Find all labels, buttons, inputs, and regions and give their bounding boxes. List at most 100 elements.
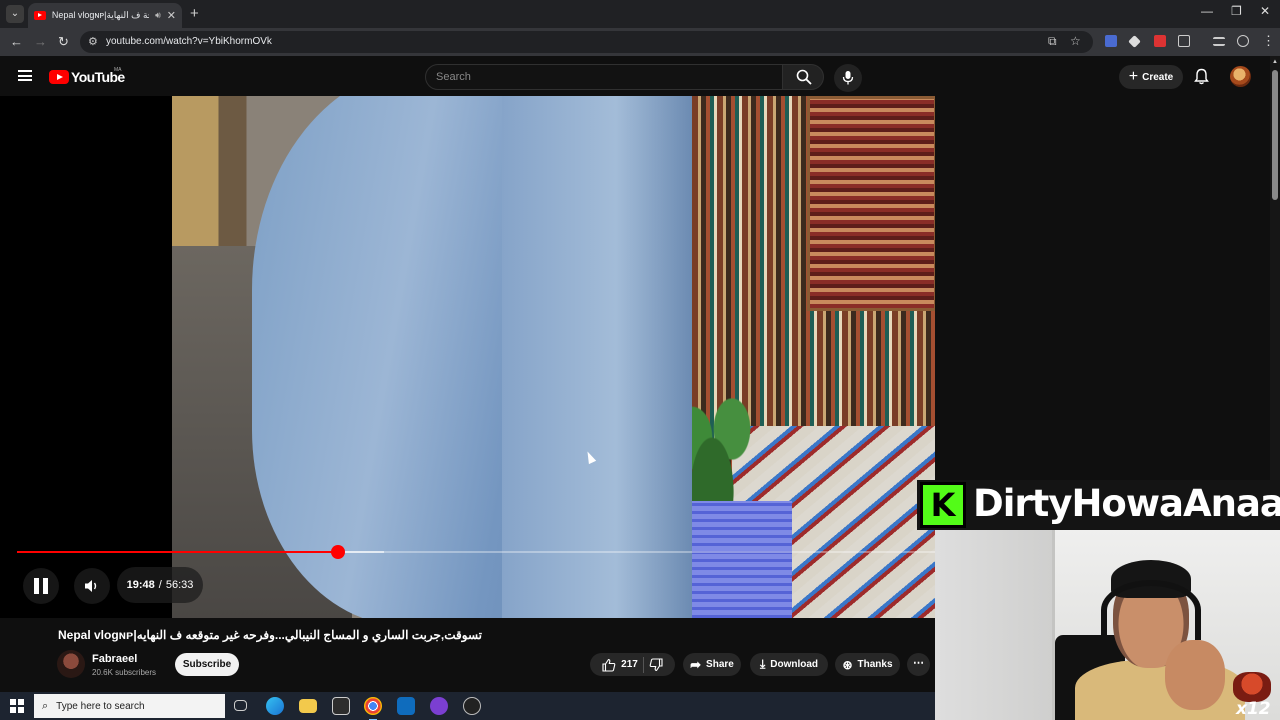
search-box[interactable] <box>425 64 783 90</box>
outlook-icon[interactable] <box>397 697 415 715</box>
media-controls-icon[interactable] <box>1213 37 1225 46</box>
windows-start-icon[interactable] <box>10 699 24 713</box>
new-tab-icon[interactable]: + <box>190 5 199 22</box>
scroll-up-icon[interactable]: ▲ <box>1272 59 1278 65</box>
hamburger-menu-icon[interactable] <box>18 70 32 81</box>
dislike-icon[interactable] <box>649 657 663 672</box>
task-view-icon[interactable] <box>234 700 247 711</box>
back-icon[interactable]: ← <box>10 34 23 49</box>
dragon-emote-icon <box>1233 672 1271 702</box>
minimize-icon[interactable]: — <box>1201 4 1213 18</box>
country-code: MA <box>114 67 122 73</box>
close-tab-icon[interactable]: ✕ <box>167 9 176 22</box>
like-dislike-group: 217 <box>590 653 675 676</box>
video-scene-wall-rack <box>807 96 935 311</box>
youtube-favicon-icon <box>34 11 46 20</box>
duration: 56:33 <box>165 579 194 591</box>
kick-logo-letter: K <box>923 485 963 525</box>
like-icon[interactable] <box>602 658 616 672</box>
thanks-icon: ⊛ <box>842 657 853 672</box>
url-text[interactable]: youtube.com/watch?v=YbiKhormOVk <box>106 36 272 47</box>
share-label: Share <box>706 659 734 670</box>
edge-browser-icon[interactable] <box>266 697 284 715</box>
like-divider <box>642 656 644 673</box>
channel-avatar[interactable] <box>57 650 85 678</box>
webcam-door <box>935 530 1055 720</box>
time-display: 19:48 / 56:33 <box>117 567 203 603</box>
more-actions-icon[interactable]: ⋯ <box>907 653 930 676</box>
thanks-label: Thanks <box>857 659 893 670</box>
webcam-overlay <box>935 530 1280 720</box>
youtube-logo-icon[interactable] <box>49 70 69 84</box>
audio-playing-icon[interactable]: 🔊︎ <box>155 10 161 21</box>
download-icon: ⤓ <box>759 657 766 671</box>
webcam-person-hand <box>1165 640 1225 710</box>
taskbar-search-icon: ⌕ <box>42 699 49 712</box>
account-avatar[interactable] <box>1230 66 1251 87</box>
video-player[interactable]: 19:48 / 56:33 <box>0 96 935 618</box>
streamer-name: DirtyHowaAnaa <box>973 482 1280 525</box>
reload-icon[interactable]: ↻ <box>58 34 69 50</box>
install-app-icon[interactable]: ⧉ <box>1048 34 1057 49</box>
microphone-icon <box>842 71 854 85</box>
pause-icon <box>34 578 48 594</box>
tab-title: Nepal vlogɴᴘ|نحة ف النهاية <box>51 10 149 20</box>
create-button[interactable]: + Create <box>1119 65 1183 89</box>
app-icon[interactable] <box>430 697 448 715</box>
maximize-icon[interactable]: ❐ <box>1231 4 1242 18</box>
microsoft-store-icon[interactable] <box>332 697 350 715</box>
kick-logo-icon: K <box>920 482 966 528</box>
voice-search-button[interactable] <box>834 64 862 92</box>
extension-icon[interactable] <box>1128 35 1141 48</box>
address-bar[interactable]: ⚙︎ youtube.com/watch?v=YbiKhormOVk ⧉ ☆ <box>80 31 1093 53</box>
windows-taskbar: ⌕ Type here to search <box>0 692 935 720</box>
video-title: Nepal vlogɴᴘ|تسوقت,جربت الساري و المساج … <box>58 628 482 642</box>
plus-icon: + <box>1128 68 1139 85</box>
browser-menu-icon[interactable]: ⋮ <box>1262 33 1275 49</box>
browser-tab-strip: ⌄ Nepal vlogɴᴘ|نحة ف النهاية 🔊︎ ✕ + — ❐ … <box>0 0 1280 28</box>
video-scene-person-arm <box>502 96 692 618</box>
search-input[interactable] <box>426 65 766 89</box>
scrollbar-thumb[interactable] <box>1272 70 1278 200</box>
download-button[interactable]: ⤓ Download <box>750 653 828 676</box>
progress-played <box>17 551 339 553</box>
mute-button[interactable] <box>74 568 110 604</box>
translate-extension-icon[interactable] <box>1105 35 1117 47</box>
screen: ⌄ Nepal vlogɴᴘ|نحة ف النهاية 🔊︎ ✕ + — ❐ … <box>0 0 1280 720</box>
chrome-icon[interactable] <box>364 697 382 720</box>
tab-search-icon[interactable]: ⌄ <box>6 5 24 23</box>
browser-toolbar: ← → ↻ ⚙︎ youtube.com/watch?v=YbiKhormOVk… <box>0 28 1280 56</box>
time-separator: / <box>158 579 162 591</box>
file-explorer-icon[interactable] <box>299 699 317 713</box>
youtube-header: YouTube MA + Create <box>0 56 1270 96</box>
volume-icon <box>85 580 97 592</box>
site-info-icon[interactable]: ⚙︎ <box>88 35 98 48</box>
taskbar-search-box[interactable]: ⌕ Type here to search <box>34 694 225 718</box>
webcam-headset <box>1101 580 1201 640</box>
search-button[interactable] <box>782 64 824 90</box>
video-info: Nepal vlogɴᴘ|تسوقت,جربت الساري و المساج … <box>0 618 935 688</box>
thanks-button[interactable]: ⊛ Thanks <box>835 653 900 676</box>
bookmark-star-icon[interactable]: ☆ <box>1070 34 1081 48</box>
share-button[interactable]: ➦ Share <box>683 653 741 676</box>
subscribe-button[interactable]: Subscribe <box>175 653 239 676</box>
pdf-extension-icon[interactable] <box>1154 35 1166 47</box>
recording-app-icon[interactable] <box>463 697 481 715</box>
extensions-puzzle-icon[interactable] <box>1178 35 1190 47</box>
create-label: Create <box>1142 71 1174 83</box>
current-time: 19:48 <box>126 579 155 591</box>
like-count[interactable]: 217 <box>621 659 638 670</box>
subscriber-count: 20.6K subscribers <box>92 668 157 677</box>
multiplier-badge: x12 <box>1236 699 1271 719</box>
window-close-icon[interactable]: ✕ <box>1260 4 1270 18</box>
notifications-bell-icon[interactable] <box>1194 68 1209 85</box>
profile-icon[interactable] <box>1237 35 1249 47</box>
play-pause-button[interactable] <box>23 568 59 604</box>
video-frame[interactable] <box>172 96 935 618</box>
forward-icon[interactable]: → <box>34 34 47 49</box>
channel-name[interactable]: Fabraeel <box>92 653 137 665</box>
search-icon <box>796 69 812 85</box>
share-icon: ➦ <box>690 656 702 672</box>
browser-tab[interactable]: Nepal vlogɴᴘ|نحة ف النهاية 🔊︎ ✕ <box>28 3 182 28</box>
taskbar-search-placeholder: Type here to search <box>56 700 145 712</box>
